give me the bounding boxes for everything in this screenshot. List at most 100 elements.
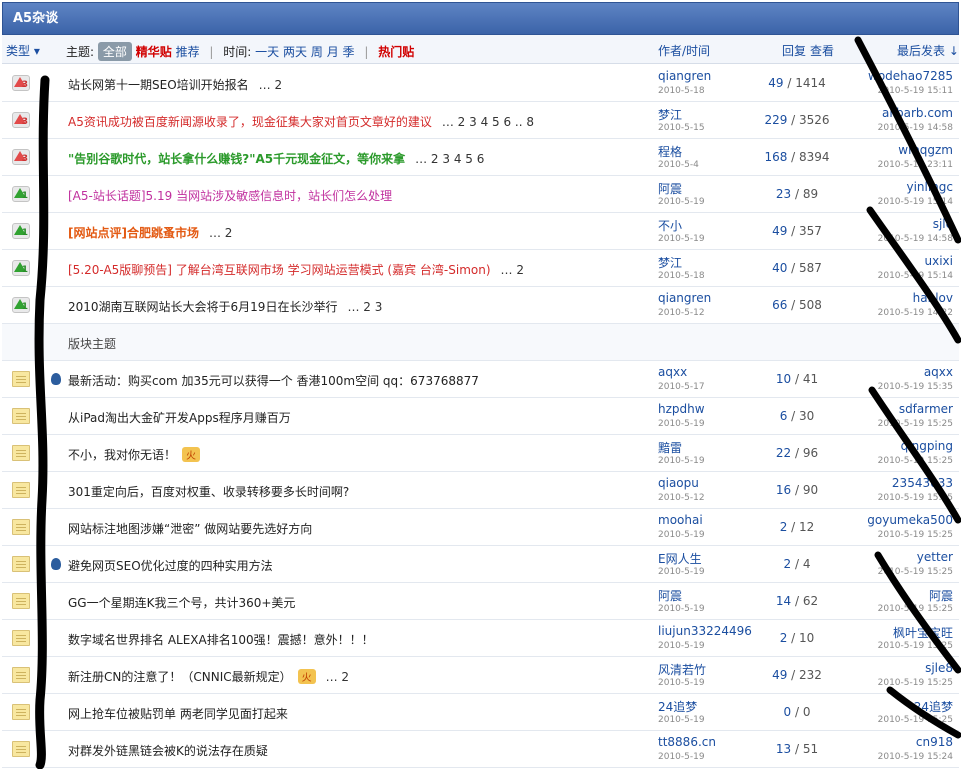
thread-pages[interactable]: … 2 (209, 226, 232, 240)
filter-recommend[interactable]: 推荐 (176, 45, 200, 59)
last-post-user[interactable]: 24追梦 (914, 698, 953, 715)
view-count: 0 (802, 705, 811, 719)
time-filter-season[interactable]: 季 (343, 45, 355, 59)
thread-title-link[interactable]: [A5-站长话题]5.19 当网站涉及敏感信息时，站长们怎么处理 (68, 189, 392, 203)
last-post-time[interactable]: 2010-5-19 15:24 (878, 752, 953, 762)
filter-all[interactable]: 全部 (97, 42, 132, 61)
last-post-time[interactable]: 2010-5-19 23:11 (878, 160, 953, 170)
last-post-user[interactable]: alibarb.com (882, 106, 953, 120)
thread-title-link[interactable]: 从iPad淘出大金矿开发Apps程序月赚百万 (68, 411, 291, 425)
last-post-time[interactable]: 2010-5-19 15:35 (878, 382, 953, 392)
thread-author[interactable]: 梦江 (658, 106, 682, 123)
thread-author[interactable]: 程格 (658, 143, 682, 160)
thread-author[interactable]: E网人生 (658, 550, 702, 567)
thread-pages[interactable]: … 2 (259, 78, 282, 92)
thread-title-link[interactable]: [5.20-A5版聊预告] 了解台湾互联网市场 学习网站运营模式 (嘉宾 台湾-… (68, 263, 491, 277)
last-post-user[interactable]: sjle (933, 217, 953, 231)
thread-author[interactable]: qiaopu (658, 476, 699, 490)
last-post-user[interactable]: aqxx (924, 365, 953, 379)
type-filter[interactable]: 类型 ▾ (6, 42, 40, 59)
thread-title-link[interactable]: 网上抢车位被贴罚单 两老同学见面打起来 (68, 707, 288, 721)
thread-author[interactable]: 梦江 (658, 254, 682, 271)
filter-hot[interactable]: 热门贴 (378, 45, 414, 59)
last-post-time[interactable]: 2010-5-19 15:25 (878, 567, 953, 577)
last-post-user[interactable]: wodehao7285 (868, 69, 953, 83)
last-post-time[interactable]: 2010-5-19 14:58 (878, 123, 953, 133)
thread-author[interactable]: liujun33224496 (658, 624, 752, 638)
thread-pages[interactable]: … 2 3 (347, 300, 382, 314)
last-post-user[interactable]: 枫叶宝宝旺 (893, 624, 953, 641)
thread-title-link[interactable]: [网站点评]合肥跳蚤市场 (68, 226, 199, 240)
last-post-time[interactable]: 2010-5-19 15:14 (878, 271, 953, 281)
thread-pages[interactable]: … 2 (501, 263, 524, 277)
last-post-user[interactable]: qingping (901, 439, 953, 453)
thread-author[interactable]: qiangren (658, 69, 711, 83)
thread-author[interactable]: 黯雷 (658, 439, 682, 456)
thread-title: GG一个星期连K我三个号，共计360+美元 (68, 594, 295, 611)
view-sort[interactable]: 查看 (810, 42, 834, 59)
thread-title-link[interactable]: 站长网第十一期SEO培训开始报名 (68, 78, 249, 92)
last-post-time[interactable]: 2010-5-19 15:25 (878, 419, 953, 429)
thread-title-link[interactable]: 2010湖南互联网站长大会将于6月19日在长沙举行 (68, 300, 337, 314)
table-row: 避免网页SEO优化过度的四种实用方法 E网人生 2010-5-19 2 / 4 yett… (2, 546, 959, 583)
last-post-user[interactable]: sjle8 (925, 661, 953, 675)
thread-title-link[interactable]: 不小，我对你无语！ (68, 448, 176, 462)
last-post-time[interactable]: 2010-5-19 15:25 (878, 604, 953, 614)
last-post-time[interactable]: 2010-5-19 15:14 (878, 197, 953, 207)
last-post-user[interactable]: wmqgzm (898, 143, 953, 157)
last-post-time[interactable]: 2010-5-19 15:11 (878, 86, 953, 96)
thread-pages[interactable]: … 2 3 4 5 6 .. 8 (442, 115, 534, 129)
thread-author[interactable]: 阿震 (658, 587, 682, 604)
time-filter-day[interactable]: 一天 (255, 45, 279, 59)
last-post-user[interactable]: hanlov (913, 291, 953, 305)
thread-author[interactable]: 不小 (658, 217, 682, 234)
thread-title: 2010湖南互联网站长大会将于6月19日在长沙举行 … 2 3 (68, 298, 382, 315)
thread-title-link[interactable]: 新注册CN的注意了！（CNNIC最新规定） (68, 670, 292, 684)
thread-title-link[interactable]: 301重定向后，百度对权重、收录转移要多长时间啊? (68, 485, 349, 499)
reply-sort[interactable]: 回复 (782, 42, 806, 59)
last-post-user[interactable]: cn918 (916, 735, 953, 749)
time-filter-two-days[interactable]: 两天 (283, 45, 307, 59)
last-post-sort[interactable]: 最后发表 ↓ (897, 42, 959, 59)
thread-stats: 16 / 90 (742, 483, 852, 497)
thread-author[interactable]: moohai (658, 513, 703, 527)
last-post-user[interactable]: sdfarmer (899, 402, 953, 416)
last-post-time[interactable]: 2010-5-19 14:22 (878, 308, 953, 318)
last-post-user[interactable]: 23543033 (892, 476, 953, 490)
thread-title-link[interactable]: 对群发外链黑链会被K的说法存在质疑 (68, 744, 268, 758)
thread-author[interactable]: 阿震 (658, 180, 682, 197)
thread-author[interactable]: hzpdhw (658, 402, 705, 416)
thread-pages[interactable]: … 2 3 4 5 6 (415, 152, 484, 166)
author-time-sort[interactable]: 作者/时间 (658, 42, 710, 59)
thread-title-link[interactable]: 最新活动：购买com 加35元可以获得一个 香港100m空间 qq：673768… (68, 374, 479, 388)
reply-count: 23 (775, 187, 792, 201)
last-post-time[interactable]: 2010-5-19 15:25 (878, 715, 953, 725)
thread-author[interactable]: aqxx (658, 365, 687, 379)
thread-title-link[interactable]: 数字域名世界排名 ALEXA排名100强！震撼！意外！！！ (68, 633, 374, 647)
last-post-user[interactable]: 阿震 (929, 587, 953, 604)
last-post-user[interactable]: goyumeka500 (867, 513, 953, 527)
last-post-time[interactable]: 2010-5-19 15:25 (878, 493, 953, 503)
time-filter-month[interactable]: 月 (327, 45, 339, 59)
last-post-time[interactable]: 2010-5-19 14:58 (878, 234, 953, 244)
thread-author[interactable]: qiangren (658, 291, 711, 305)
last-post-user[interactable]: uxixi (925, 254, 953, 268)
thread-title-link[interactable]: 避免网页SEO优化过度的四种实用方法 (68, 559, 273, 573)
thread-title-link[interactable]: A5资讯成功被百度新闻源收录了，现金征集大家对首页文章好的建议 (68, 115, 432, 129)
thread-author[interactable]: 风清若竹 (658, 661, 706, 678)
last-post-time[interactable]: 2010-5-19 15:25 (878, 678, 953, 688)
last-post-time[interactable]: 2010-5-19 15:25 (878, 530, 953, 540)
thread-author[interactable]: tt8886.cn (658, 735, 716, 749)
last-post-time[interactable]: 2010-5-19 15:25 (878, 456, 953, 466)
last-post-time[interactable]: 2010-5-19 15:25 (878, 641, 953, 651)
thread-author[interactable]: 24追梦 (658, 698, 697, 715)
last-post-user[interactable]: yetter (917, 550, 953, 564)
time-filter-week[interactable]: 周 (311, 45, 323, 59)
thread-title-link[interactable]: GG一个星期连K我三个号，共计360+美元 (68, 596, 295, 610)
thread-pages[interactable]: … 2 (326, 670, 349, 684)
thread-title-link[interactable]: "告别谷歌时代，站长拿什么赚钱?"A5千元现金征文，等你来拿 (68, 152, 405, 166)
thread-title-link[interactable]: 网站标注地图涉嫌“泄密” 做网站要先选好方向 (68, 522, 312, 536)
hot-tag: 火 (182, 447, 201, 462)
filter-digest[interactable]: 精华贴 (136, 45, 172, 59)
last-post-user[interactable]: yinlingc (906, 180, 953, 194)
